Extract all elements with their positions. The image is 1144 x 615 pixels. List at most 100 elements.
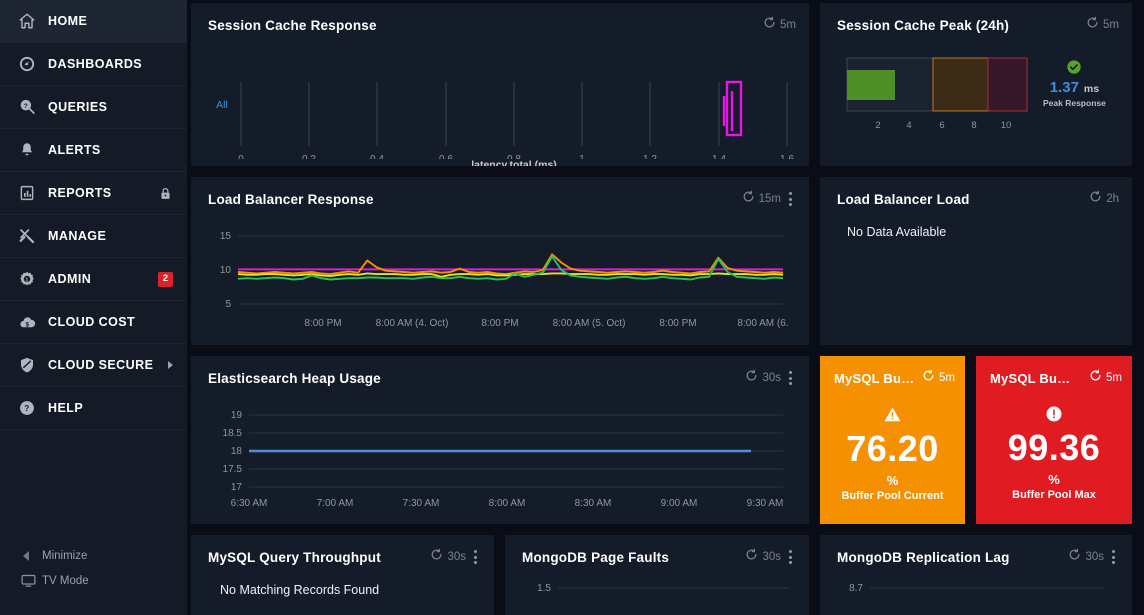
sidebar-item-label: CLOUD SECURE xyxy=(48,358,168,372)
panel-tools: 2h xyxy=(1089,190,1119,208)
refresh-control[interactable]: 30s xyxy=(745,548,781,566)
sidebar-item-label: DASHBOARDS xyxy=(48,57,173,71)
panel-session-cache-peak[interactable]: Session Cache Peak (24h) 5m xyxy=(820,3,1132,166)
refresh-icon xyxy=(745,369,758,387)
refresh-control[interactable]: 15m xyxy=(742,190,781,208)
refresh-icon xyxy=(922,369,935,387)
check-circle-icon xyxy=(1043,59,1106,75)
refresh-control[interactable]: 5m xyxy=(1089,369,1122,387)
y-axis-ticks: 15 10 5 xyxy=(220,231,232,310)
statcard-value: 99.36 xyxy=(976,430,1132,466)
refresh-control[interactable]: 30s xyxy=(1068,548,1104,566)
peak-response-value: 1.37 xyxy=(1050,79,1079,96)
panel-header: MySQL Bu… 5m xyxy=(976,356,1132,387)
panel-title: MySQL Bu… xyxy=(834,371,922,386)
sidebar-item-reports[interactable]: REPORTS xyxy=(0,172,187,215)
panel-header: MySQL Query Throughput 30s xyxy=(191,535,494,566)
minimize-button[interactable]: Minimize xyxy=(20,543,187,568)
svg-text:17.5: 17.5 xyxy=(223,464,243,475)
statcard-value: 76.20 xyxy=(820,431,965,467)
panel-menu-button[interactable] xyxy=(785,548,796,566)
panel-header: MongoDB Replication Lag 30s xyxy=(820,535,1132,566)
svg-text:1.6: 1.6 xyxy=(780,154,794,159)
refresh-control[interactable]: 2h xyxy=(1089,190,1119,208)
admin-badge-count: 2 xyxy=(158,272,173,287)
bullet-chart: 2 4 6 8 10 xyxy=(845,56,1029,143)
refresh-control[interactable]: 5m xyxy=(1086,16,1119,34)
refresh-icon xyxy=(742,190,755,208)
refresh-control[interactable]: 30s xyxy=(430,548,466,566)
y-axis-tick: 1.5 xyxy=(537,583,551,594)
svg-text:0.4: 0.4 xyxy=(370,154,384,159)
refresh-interval: 30s xyxy=(762,551,781,563)
panel-elasticsearch-heap-usage[interactable]: Elasticsearch Heap Usage 30s xyxy=(191,356,809,524)
svg-text:?: ? xyxy=(24,103,28,110)
statcard-body: 99.36 % Buffer Pool Max xyxy=(976,387,1132,501)
sidebar-item-alerts[interactable]: ALERTS xyxy=(0,129,187,172)
help-icon: ? xyxy=(17,398,37,418)
panel-title: MongoDB Page Faults xyxy=(522,550,745,565)
home-icon xyxy=(17,11,37,31)
tv-mode-button[interactable]: TV Mode xyxy=(20,568,187,593)
sidebar-item-admin[interactable]: 1 ADMIN 2 xyxy=(0,258,187,301)
panel-tools: 5m xyxy=(763,16,796,34)
svg-text:1: 1 xyxy=(25,277,28,283)
svg-text:17: 17 xyxy=(231,482,243,493)
svg-text:0.6: 0.6 xyxy=(439,154,453,159)
panel-menu-button[interactable] xyxy=(470,548,481,566)
sidebar-item-home[interactable]: HOME xyxy=(0,0,187,43)
refresh-interval: 5m xyxy=(1106,372,1122,384)
gear-icon: 1 xyxy=(17,269,37,289)
y-axis-ticks: 19 18.5 18 17.5 17 xyxy=(223,410,243,493)
sidebar-item-queries[interactable]: ? QUERIES xyxy=(0,86,187,129)
load-balancer-response-chart: 15 10 5 8:00 PM 8:00 AM (4. Oct) 8:00 PM… xyxy=(191,208,809,343)
refresh-control[interactable]: 30s xyxy=(745,369,781,387)
sidebar-item-manage[interactable]: MANAGE xyxy=(0,215,187,258)
svg-text:18: 18 xyxy=(231,446,243,457)
svg-text:6:30 AM: 6:30 AM xyxy=(231,498,268,509)
sidebar-item-cloud-cost[interactable]: $ CLOUD COST xyxy=(0,301,187,344)
elasticsearch-heap-chart: 19 18.5 18 17.5 17 6:30 AM 7:00 AM 7:30 … xyxy=(191,387,809,522)
panel-title: MongoDB Replication Lag xyxy=(837,550,1068,565)
panel-menu-button[interactable] xyxy=(785,190,796,208)
svg-text:8:00 AM: 8:00 AM xyxy=(489,498,526,509)
panel-header: Load Balancer Response 15m xyxy=(191,177,809,208)
sidebar-item-label: REPORTS xyxy=(48,186,158,200)
panel-tools: 5m xyxy=(1086,16,1119,34)
panel-session-cache-response[interactable]: Session Cache Response 5m xyxy=(191,3,809,166)
svg-text:?: ? xyxy=(24,404,29,413)
panel-tools: 30s xyxy=(430,548,481,566)
panel-menu-button[interactable] xyxy=(1108,548,1119,566)
sidebar-item-dashboards[interactable]: DASHBOARDS xyxy=(0,43,187,86)
panel-mysql-buffer-pool-max[interactable]: MySQL Bu… 5m 99.36 xyxy=(976,356,1132,524)
dashboard-row-4: MySQL Query Throughput 30s No Matching R… xyxy=(191,535,1144,615)
sidebar-item-help[interactable]: ? HELP xyxy=(0,387,187,430)
sidebar-item-label: QUERIES xyxy=(48,100,173,114)
refresh-interval: 5m xyxy=(939,372,955,384)
lock-icon xyxy=(158,186,173,201)
panel-tools: 30s xyxy=(1068,548,1119,566)
line-series-group xyxy=(238,254,783,279)
caret-left-icon xyxy=(20,551,42,561)
dashboard-grid: Session Cache Response 5m xyxy=(188,0,1144,615)
panel-title: Elasticsearch Heap Usage xyxy=(208,371,745,386)
panel-menu-button[interactable] xyxy=(785,369,796,387)
minimize-label: Minimize xyxy=(42,550,87,562)
panel-tools: 5m xyxy=(1089,369,1122,387)
panel-load-balancer-load[interactable]: Load Balancer Load 2h No Data Available xyxy=(820,177,1132,345)
panel-mongodb-page-faults[interactable]: MongoDB Page Faults 30s 1.5 xyxy=(505,535,809,615)
svg-text:1.4: 1.4 xyxy=(712,154,726,159)
boxplot-marker xyxy=(724,82,741,135)
panel-title: MySQL Bu… xyxy=(990,371,1089,386)
panel-mysql-buffer-pool-current[interactable]: MySQL Bu… 5m 76.20 xyxy=(820,356,965,524)
panel-mysql-query-throughput[interactable]: MySQL Query Throughput 30s No Matching R… xyxy=(191,535,494,615)
chevron-right-icon xyxy=(168,361,173,369)
sidebar-item-cloud-secure[interactable]: CLOUD SECURE xyxy=(0,344,187,387)
refresh-control[interactable]: 5m xyxy=(763,16,796,34)
panel-mongodb-replication-lag[interactable]: MongoDB Replication Lag 30s 8.7 xyxy=(820,535,1132,615)
session-cache-peak-body: 2 4 6 8 10 1.37 ms xyxy=(820,34,1132,143)
sidebar-item-label: CLOUD COST xyxy=(48,315,173,329)
panel-load-balancer-response[interactable]: Load Balancer Response 15m xyxy=(191,177,809,345)
refresh-control[interactable]: 5m xyxy=(922,369,955,387)
refresh-interval: 2h xyxy=(1106,193,1119,205)
